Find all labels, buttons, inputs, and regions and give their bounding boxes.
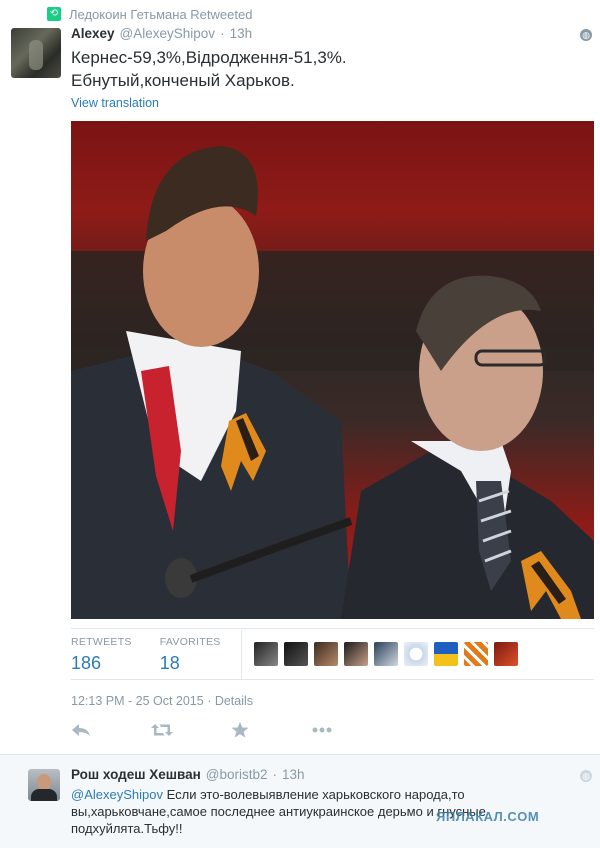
favoriter-avatar[interactable] — [314, 642, 338, 666]
reply-icon[interactable] — [71, 722, 151, 742]
author-handle[interactable]: @AlexeyShipov — [120, 26, 216, 41]
favorites-count[interactable]: 18 — [160, 653, 221, 674]
more-icon[interactable] — [311, 722, 391, 742]
reply-author-avatar[interactable] — [28, 769, 60, 801]
favorites-label: FAVORITES — [159, 636, 221, 648]
divider — [71, 628, 594, 629]
favoriter-avatar[interactable] — [374, 642, 398, 666]
mention-link[interactable]: @AlexeyShipov — [71, 787, 163, 802]
favoriter-avatar[interactable] — [284, 642, 308, 666]
favoriter-avatar[interactable] — [464, 642, 488, 666]
favoriter-avatar[interactable] — [404, 642, 428, 666]
divider — [241, 630, 242, 680]
tweet-photo[interactable] — [71, 121, 594, 619]
reply-time[interactable]: 13h — [282, 767, 305, 782]
watermark-logo: ЯПЛАКАЛ.COM — [436, 809, 540, 824]
reply-author-handle[interactable]: @boristb2 — [206, 767, 268, 782]
globe-icon: ◍ — [580, 770, 592, 782]
retweets-label: RETWEETS — [71, 636, 132, 648]
favoriter-avatar[interactable] — [434, 642, 458, 666]
favoriter-avatar[interactable] — [254, 642, 278, 666]
retweet-icon[interactable] — [151, 722, 231, 742]
tweet-header: Alexey @AlexeyShipov · 13h — [71, 26, 252, 41]
photo-illustration — [71, 146, 594, 619]
tweet-stats: RETWEETS 186 FAVORITES 18 — [71, 636, 249, 674]
divider — [71, 679, 594, 680]
tweet-actions — [71, 722, 391, 742]
retweet-icon: ⟲ — [47, 7, 61, 21]
tweet-text-line: Кернес-59,3%,Відродження-51,3%. — [71, 48, 347, 67]
author-name[interactable]: Alexey — [71, 26, 115, 41]
timestamp-text: 12:13 PM - 25 Oct 2015 — [71, 694, 204, 708]
separator-dot: · — [272, 767, 278, 782]
reply-author-name[interactable]: Рош ходеш Хешван — [71, 767, 201, 782]
favorite-icon[interactable] — [231, 722, 311, 742]
favoriter-avatar[interactable] — [344, 642, 368, 666]
favorites-stat[interactable]: FAVORITES 18 — [160, 636, 221, 674]
details-link[interactable]: Details — [215, 694, 253, 708]
retweets-stat[interactable]: RETWEETS 186 — [71, 636, 132, 674]
favoriter-avatar[interactable] — [494, 642, 518, 666]
tweet-time[interactable]: 13h — [230, 26, 253, 41]
tweet-text: Кернес-59,3%,Відродження-51,3%. Ебнутый,… — [71, 46, 571, 92]
separator-dot: · — [220, 26, 225, 41]
tweet-text-line: Ебнутый,конченый Харьков. — [71, 71, 295, 90]
view-translation-link[interactable]: View translation — [71, 96, 159, 110]
tweet-timestamp: 12:13 PM - 25 Oct 2015 · Details — [71, 694, 253, 708]
retweets-count[interactable]: 186 — [71, 653, 132, 674]
reply-header: Рош ходеш Хешван @boristb2 · 13h — [71, 767, 305, 782]
retweet-context[interactable]: ⟲ Ледокоин Гетьмана Retweeted — [47, 6, 252, 22]
separator-dot: · — [203, 694, 215, 708]
retweet-context-text: Ледокоин Гетьмана Retweeted — [69, 6, 253, 22]
favoriter-avatars — [254, 642, 518, 666]
author-avatar[interactable] — [11, 28, 61, 78]
globe-icon: ◍ — [580, 29, 592, 41]
